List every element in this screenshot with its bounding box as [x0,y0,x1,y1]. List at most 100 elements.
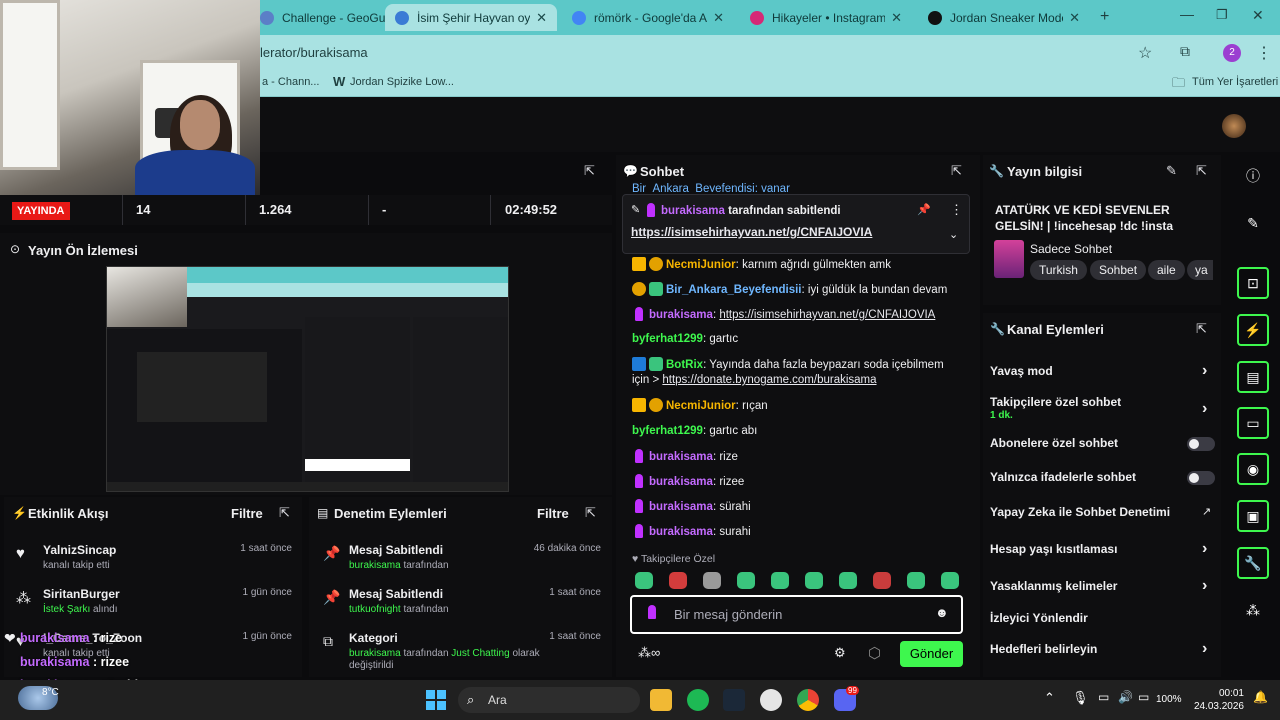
url-field[interactable]: lerator/burakisama [260,45,368,60]
pinned-link[interactable]: https://isimsehirhayvan.net/g/CNFAIJOVIA [631,225,872,240]
emote-picker-icon[interactable]: ☻ [935,605,949,620]
bookmark-item[interactable]: Jordan Spizike Low... [350,76,454,88]
emote-icon[interactable] [703,572,721,589]
profile-avatar[interactable]: 2 [1223,44,1241,62]
clock-time[interactable]: 00:01 [1194,688,1244,699]
chat-username[interactable]: NecmiJunior [666,400,736,412]
chrome-icon[interactable] [797,689,819,711]
notification-bell-icon[interactable]: 🔔 [1253,690,1268,704]
chat-message[interactable]: burakisama: sürahi [632,499,952,515]
stream-tag[interactable]: Turkish [1030,260,1087,280]
user-avatar[interactable] [1222,114,1246,138]
spotify-icon[interactable] [687,689,709,711]
chevron-right-icon[interactable]: › [1202,640,1207,658]
microphone-icon[interactable]: 🎙 [1072,690,1089,706]
browser-tab[interactable]: Jordan Sneaker Modelleri ✕ [918,4,1090,31]
clock-app-icon[interactable] [760,689,782,711]
activity-item[interactable]: ♥ YalnizSincap kanalı takip etti 1 saat önc… [8,543,298,583]
moderation-item[interactable]: ⧉ Kategori burakisama tarafından Just Chat… [317,631,607,671]
steam-icon[interactable] [723,689,745,711]
moderation-item[interactable]: 📌 Mesaj Sabitlendi burakisama tarafından 46… [317,543,607,583]
chevron-right-icon[interactable]: › [1202,577,1207,595]
channel-points-icon[interactable]: ⁂∞ [638,645,660,661]
chat-username[interactable]: burakisama [649,526,713,538]
chat-message[interactable]: byferhat1299: gartıc [632,332,952,347]
new-tab-button[interactable]: + [1100,8,1109,26]
category-name[interactable]: Sadece Sohbet [1030,242,1112,256]
close-tab-icon[interactable]: ✕ [713,10,724,26]
edit-pencil-icon[interactable]: ✎ [1166,163,1177,179]
battery-icon[interactable]: ▭ [1138,690,1149,704]
moderation-filter-button[interactable]: Filtre [537,506,569,521]
chevron-right-icon[interactable]: › [1202,400,1207,418]
chat-message[interactable]: BotRix: Yayında daha fazla beypazarı sod… [632,357,952,388]
windows-start-icon[interactable] [426,690,446,710]
activity-item[interactable]: ⁂ SiritanBurger İstek Şarkı alındı 1 gün ön… [8,587,298,627]
chat-username[interactable]: burakisama [649,501,713,513]
extensions-dots-icon[interactable]: ⁂ [1237,594,1269,626]
browser-tab[interactable]: İsim Şehir Hayvan oyunu ✕ [385,4,557,31]
browser-tab[interactable]: Hikayeler • Instagram ✕ [740,4,912,31]
external-link-icon[interactable]: ↗ [1202,505,1211,518]
chevron-down-icon[interactable]: ⌄ [949,228,958,241]
chat-username[interactable]: NecmiJunior [666,259,736,271]
channel-action-label[interactable]: Yalnızca ifadelerle sohbet [990,470,1136,484]
popout-icon[interactable]: ⇱ [584,163,595,179]
wrench-icon[interactable]: 🔧 [1237,547,1269,579]
camera-icon[interactable]: ⊡ [1237,267,1269,299]
toggle-switch[interactable] [1187,437,1215,451]
clock-date[interactable]: 24.03.2026 [1190,701,1244,712]
popout-icon[interactable]: ⇱ [279,505,290,521]
volume-icon[interactable]: 🔊 [1118,690,1133,704]
emote-icon[interactable] [941,572,959,589]
emote-icon[interactable] [771,572,789,589]
popout-icon[interactable]: ⇱ [1196,163,1207,179]
lightning-icon[interactable]: ⚡ [1237,314,1269,346]
channel-action-label[interactable]: Takipçilere özel sohbet [990,395,1121,409]
chat-username[interactable]: Bir_Ankara_Beyefendisii [666,284,802,296]
minimize-button[interactable]: — [1180,6,1194,22]
chat-message[interactable]: byferhat1299: gartıc abı [632,424,952,439]
chevron-up-icon[interactable]: ⌃ [1044,690,1055,706]
send-button[interactable]: Gönder [900,641,963,667]
popout-icon[interactable]: ⇱ [585,505,596,521]
chat-username[interactable]: burakisama [649,309,713,321]
notes-icon[interactable]: ▤ [1237,361,1269,393]
chat-message[interactable]: NecmiJunior: karnım ağrıdı gülmekten amk [632,257,952,273]
emote-icon[interactable] [635,572,653,589]
close-tab-icon[interactable]: ✕ [536,10,547,26]
chat-username[interactable]: BotRix [666,359,703,371]
channel-action-label[interactable]: İzleyici Yönlendir [990,611,1088,625]
bookmark-item[interactable]: a - Chann... [262,76,319,88]
channel-action-label[interactable]: Hesap yaşı kısıtlaması [990,542,1117,556]
broadcast-icon[interactable]: ◉ [1237,453,1269,485]
moderation-item[interactable]: 📌 Mesaj Sabitlendi tutkuofnight tarafından… [317,587,607,627]
emote-icon[interactable] [737,572,755,589]
maximize-button[interactable]: ❐ [1216,7,1228,23]
channel-action-label[interactable]: Hedefleri belirleyin [990,642,1097,656]
chat-username[interactable]: byferhat1299 [632,333,703,345]
close-tab-icon[interactable]: ✕ [1069,10,1080,26]
emote-icon[interactable] [873,572,891,589]
network-icon[interactable]: ▭ [1098,690,1109,704]
close-tab-icon[interactable]: ✕ [891,10,902,26]
info-icon[interactable]: ⓘ [1237,160,1269,192]
stream-preview-video[interactable] [106,266,509,492]
chat-message[interactable]: burakisama: rize [632,449,952,465]
emote-icon[interactable] [907,572,925,589]
chat-username[interactable]: burakisama [649,451,713,463]
chat-bubble-icon[interactable]: ▭ [1237,407,1269,439]
browser-tab[interactable]: römörk - Google'da Ara ✕ [562,4,734,31]
taskbar-search[interactable] [458,687,640,713]
chat-username[interactable]: burakisama [649,476,713,488]
channel-action-label[interactable]: Yavaş mod [990,364,1053,378]
extensions-icon[interactable]: ⧉ [1180,43,1190,60]
emote-icon[interactable] [805,572,823,589]
chat-username[interactable]: byferhat1299 [632,425,703,437]
emote-icon[interactable] [839,572,857,589]
stream-tag[interactable]: aile [1148,260,1185,280]
unpin-icon[interactable]: 📌 [917,203,931,216]
stream-tag[interactable]: Sohbet [1090,260,1147,280]
chat-message[interactable]: Bir_Ankara_Beyefendisii: iyi güldük la b… [632,282,952,298]
chat-message[interactable]: burakisama: https://isimsehirhayvan.net/… [632,307,952,323]
